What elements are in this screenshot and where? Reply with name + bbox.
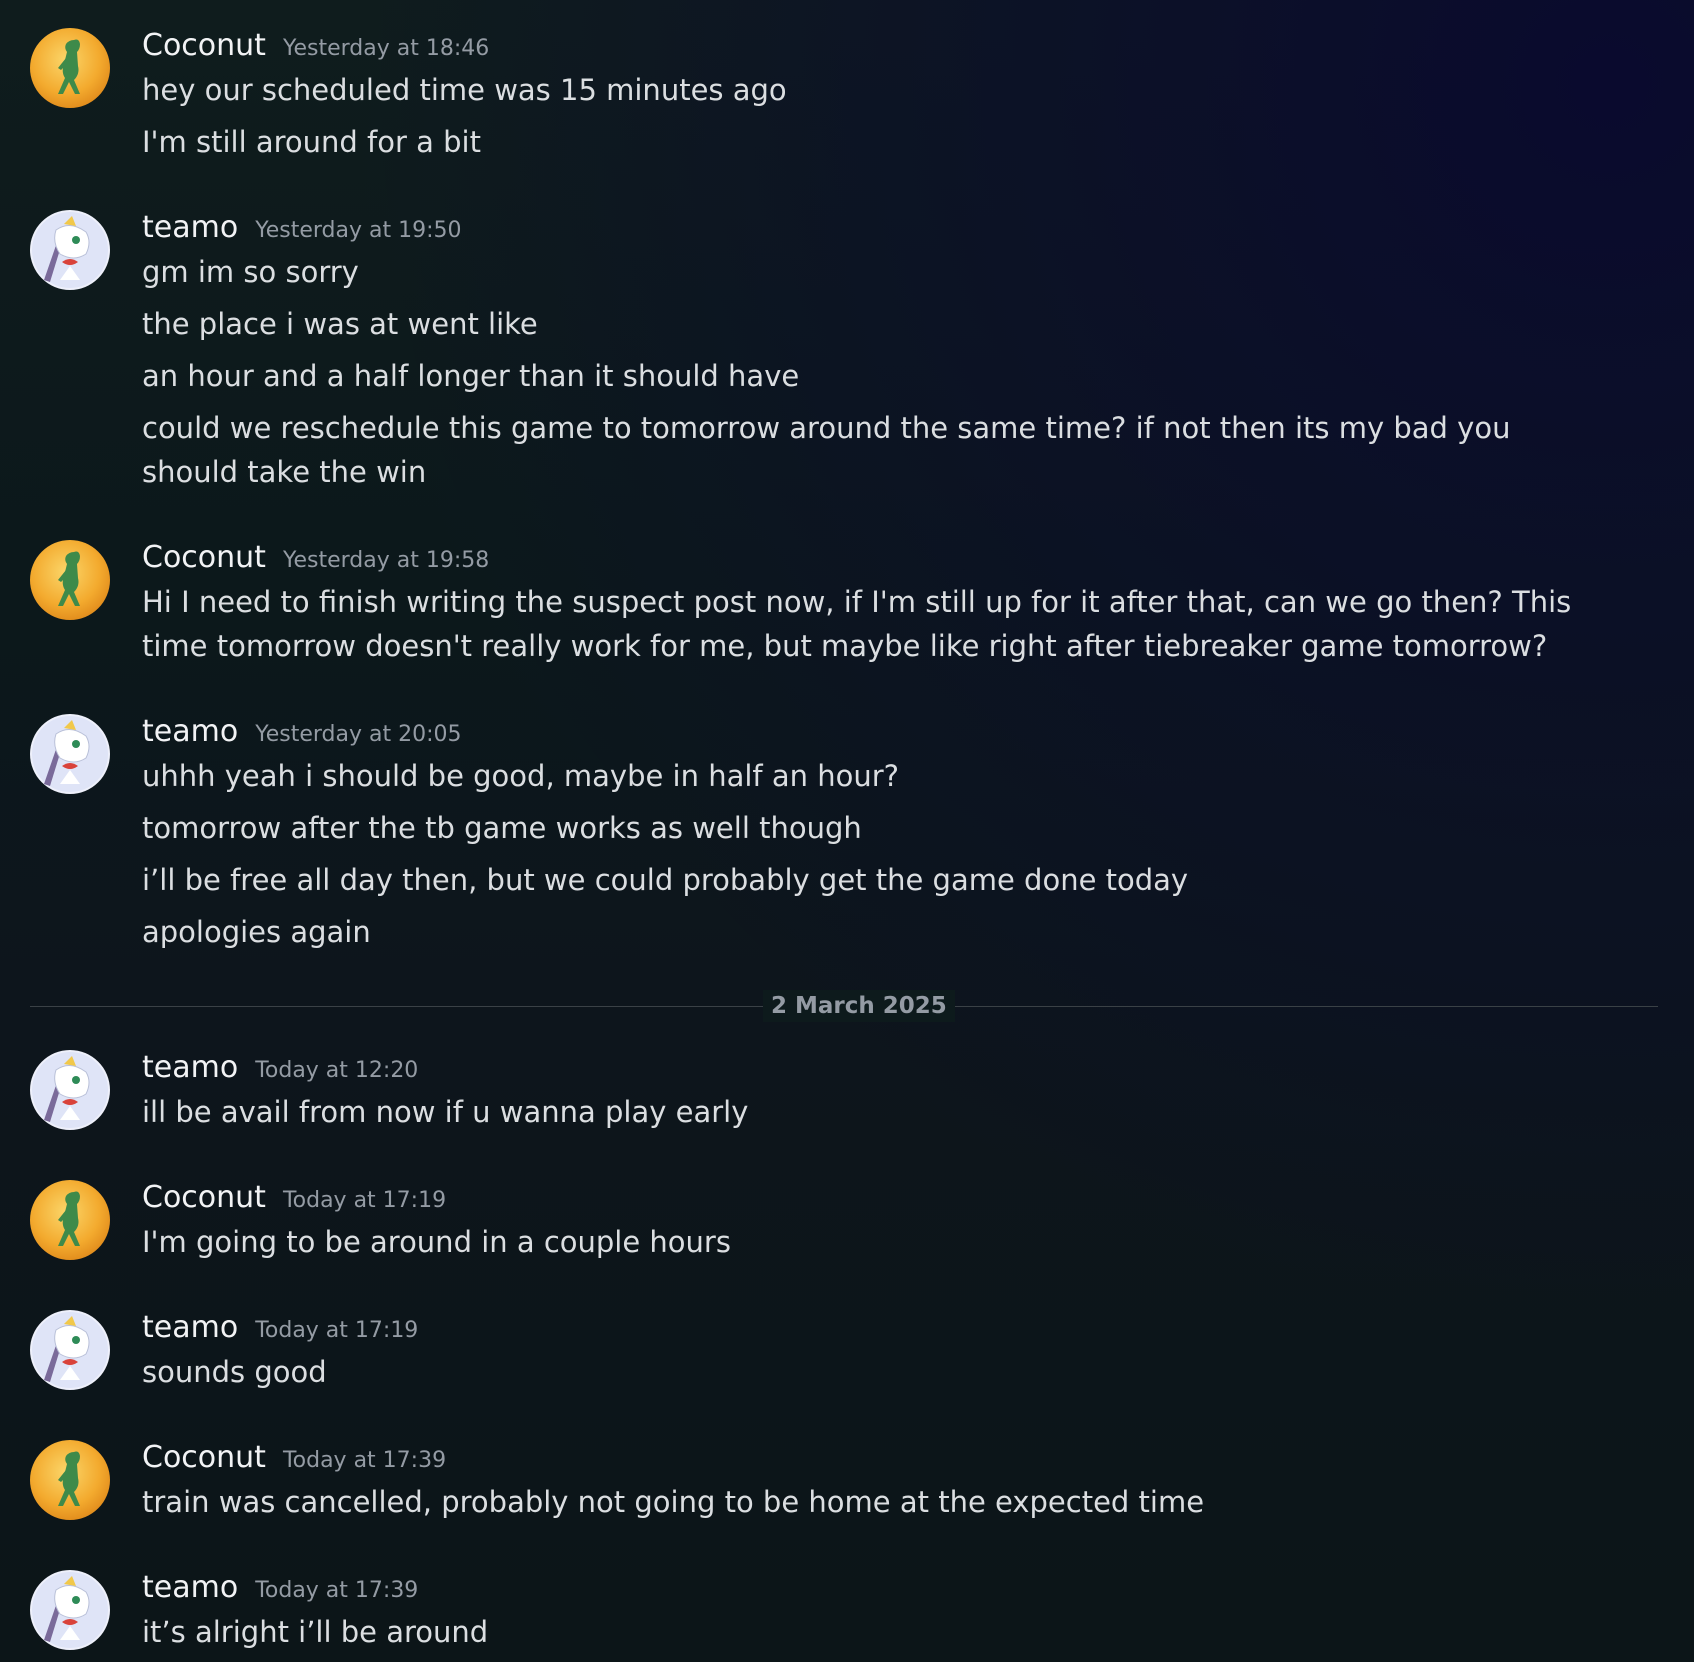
message-header: teamo Yesterday at 20:05 <box>142 714 461 754</box>
message-header: Coconut Yesterday at 18:46 <box>142 28 489 68</box>
message-content: uhhh yeah i should be good, maybe in hal… <box>142 754 1582 962</box>
message-header: Coconut Today at 17:39 <box>142 1440 446 1480</box>
message-header: teamo Today at 17:19 <box>142 1310 418 1350</box>
message-text: uhhh yeah i should be good, maybe in hal… <box>142 759 900 793</box>
message-header: teamo Today at 12:20 <box>142 1050 418 1090</box>
message-content: Hi I need to finish writing the suspect … <box>142 580 1582 676</box>
coconut-avatar[interactable] <box>30 1180 110 1260</box>
coconut-avatar[interactable] <box>30 1440 110 1520</box>
coconut-avatar-icon <box>30 1180 110 1260</box>
message-text: an hour and a half longer than it should… <box>142 359 800 393</box>
teamo-avatar[interactable] <box>30 210 110 290</box>
coconut-avatar-icon <box>30 28 110 108</box>
timestamp: Today at 12:20 <box>255 1058 419 1083</box>
teamo-avatar[interactable] <box>30 714 110 794</box>
message-text: it’s alright i’ll be around <box>142 1615 489 1649</box>
message-content: I'm going to be around in a couple hours <box>142 1220 1582 1272</box>
message-header: Coconut Yesterday at 19:58 <box>142 540 489 580</box>
timestamp: Yesterday at 18:46 <box>282 36 490 61</box>
message-header: teamo Today at 17:39 <box>142 1570 418 1610</box>
teamo-avatar[interactable] <box>30 1050 110 1130</box>
message-text: the place i was at went like <box>142 307 538 341</box>
teamo-avatar-icon <box>30 210 110 290</box>
message-text: tomorrow after the tb game works as well… <box>142 811 862 845</box>
username[interactable]: Coconut <box>142 1440 266 1475</box>
message-text: could we reschedule this game to tomorro… <box>142 411 1511 489</box>
message-text: I'm still around for a bit <box>142 125 481 159</box>
message-content: sounds good <box>142 1350 1582 1402</box>
message-header: Coconut Today at 17:19 <box>142 1180 446 1220</box>
message-text: I'm going to be around in a couple hours <box>142 1225 731 1259</box>
message-text: hey our scheduled time was 15 minutes ag… <box>142 73 787 107</box>
timestamp: Yesterday at 19:58 <box>282 548 490 573</box>
username[interactable]: teamo <box>142 1310 238 1345</box>
message-content: hey our scheduled time was 15 minutes ag… <box>142 68 1582 172</box>
message-content: ill be avail from now if u wanna play ea… <box>142 1090 1582 1142</box>
message-text: sounds good <box>142 1355 327 1389</box>
coconut-avatar-icon <box>30 540 110 620</box>
message-content: it’s alright i’ll be around <box>142 1610 1582 1662</box>
coconut-avatar[interactable] <box>30 28 110 108</box>
timestamp: Today at 17:19 <box>282 1188 447 1213</box>
teamo-avatar[interactable] <box>30 1570 110 1650</box>
username[interactable]: teamo <box>142 714 238 749</box>
coconut-avatar-icon <box>30 1440 110 1520</box>
teamo-avatar-icon <box>30 1570 110 1650</box>
coconut-avatar[interactable] <box>30 540 110 620</box>
teamo-avatar-icon <box>30 1050 110 1130</box>
teamo-avatar[interactable] <box>30 1310 110 1390</box>
username[interactable]: teamo <box>142 1570 238 1605</box>
message-header: teamo Yesterday at 19:50 <box>142 210 461 250</box>
message-text: i’ll be free all day then, but we could … <box>142 863 1189 897</box>
message-text: apologies again <box>142 915 371 949</box>
message-text: train was cancelled, probably not going … <box>142 1485 1205 1519</box>
timestamp: Today at 17:39 <box>282 1448 447 1473</box>
timestamp: Today at 17:19 <box>255 1318 419 1343</box>
chat-message-list: Coconut Yesterday at 18:46 hey our sched… <box>0 0 1694 1662</box>
message-text: ill be avail from now if u wanna play ea… <box>142 1095 749 1129</box>
timestamp: Yesterday at 20:05 <box>255 722 462 747</box>
message-content: gm im so sorry the place i was at went l… <box>142 250 1582 502</box>
message-text: Hi I need to finish writing the suspect … <box>142 585 1572 663</box>
timestamp: Yesterday at 19:50 <box>255 218 462 243</box>
username[interactable]: teamo <box>142 1050 238 1085</box>
date-divider-label: 2 March 2025 <box>763 990 955 1022</box>
teamo-avatar-icon <box>30 714 110 794</box>
message-text: gm im so sorry <box>142 255 359 289</box>
username[interactable]: Coconut <box>142 28 266 63</box>
username[interactable]: Coconut <box>142 1180 266 1215</box>
timestamp: Today at 17:39 <box>255 1578 419 1603</box>
teamo-avatar-icon <box>30 1310 110 1390</box>
username[interactable]: teamo <box>142 210 238 245</box>
username[interactable]: Coconut <box>142 540 266 575</box>
message-content: train was cancelled, probably not going … <box>142 1480 1582 1532</box>
